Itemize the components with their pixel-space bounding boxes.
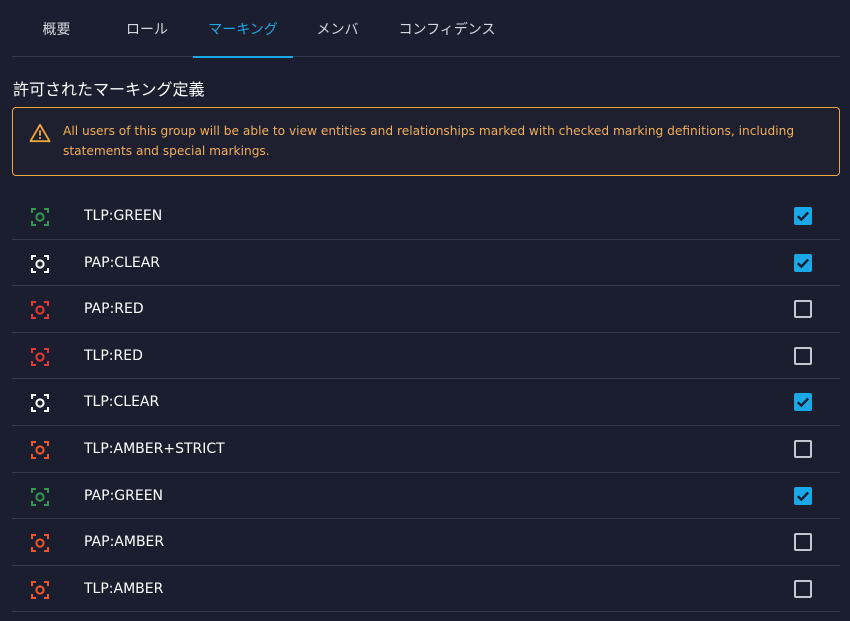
tab-bar: 概要 ロール マーキング メンバ コンフィデンス [12, 0, 840, 58]
marking-definition-icon [30, 347, 50, 367]
marking-checkbox-tlp-clear[interactable] [794, 393, 812, 412]
marking-row-tlp-amber-strict[interactable]: TLP:AMBER+STRICT [12, 426, 840, 473]
marking-row-pap-green[interactable]: PAP:GREEN [12, 473, 840, 520]
marking-label: TLP:GREEN [84, 208, 163, 224]
marking-definition-icon [30, 487, 50, 507]
tab-markings[interactable]: マーキング [193, 0, 293, 58]
marking-label: TLP:AMBER+STRICT [84, 440, 225, 457]
marking-label: PAP:GREEN [84, 487, 164, 504]
marking-definition-icon [30, 440, 50, 460]
marking-definition-icon [30, 300, 50, 320]
section-title: 許可されたマーキング定義 [13, 80, 205, 99]
warning-alert: All users of this group will be able to … [12, 107, 840, 176]
marking-checkbox-tlp-red[interactable] [794, 346, 812, 365]
marking-label: TLP:AMBER [84, 580, 164, 597]
marking-checkbox-pap-green[interactable] [794, 486, 812, 505]
marking-row-pap-clear[interactable]: PAP:CLEAR [12, 240, 840, 287]
marking-definition-icon [30, 207, 50, 227]
warning-icon [29, 123, 51, 143]
tab-confidence[interactable]: コンフィデンス [382, 0, 512, 57]
marking-row-tlp-green[interactable]: TLP:GREEN [12, 193, 840, 240]
marking-row-pap-red[interactable]: PAP:RED [12, 286, 840, 333]
marking-label: TLP:RED [84, 347, 143, 364]
group-markings-page: 概要 ロール マーキング メンバ コンフィデンス 許可されたマーキング定義 Al… [0, 0, 850, 621]
marking-row-pap-amber[interactable]: PAP:AMBER [12, 519, 840, 566]
tab-overview[interactable]: 概要 [12, 0, 101, 57]
tab-members[interactable]: メンバ [293, 0, 382, 57]
marking-checkbox-pap-red[interactable] [794, 300, 812, 319]
marking-label: TLP:CLEAR [84, 394, 160, 411]
marking-checkbox-pap-clear[interactable] [794, 253, 812, 272]
marking-definition-icon [30, 254, 50, 274]
marking-row-tlp-clear[interactable]: TLP:CLEAR [12, 379, 840, 426]
marking-definition-icon [30, 580, 50, 600]
marking-checkbox-tlp-amber-strict[interactable] [794, 439, 812, 458]
alert-message: All users of this group will be able to … [63, 124, 795, 158]
marking-row-tlp-red[interactable]: TLP:RED [12, 333, 840, 380]
marking-label: PAP:RED [84, 301, 144, 318]
marking-list: TLP:GREEN PAP:CLEAR PAP:RED TLP:RED TLP:CLEA… [12, 193, 840, 613]
marking-definition-icon [30, 533, 50, 553]
marking-checkbox-tlp-green[interactable] [794, 207, 812, 225]
marking-checkbox-pap-amber[interactable] [794, 533, 812, 552]
tab-roles[interactable]: ロール [101, 0, 193, 57]
marking-checkbox-tlp-amber[interactable] [794, 579, 812, 598]
marking-row-tlp-amber[interactable]: TLP:AMBER [12, 566, 840, 613]
marking-definition-icon [30, 393, 50, 413]
marking-label: PAP:CLEAR [84, 254, 161, 271]
marking-label: PAP:AMBER [84, 534, 165, 551]
